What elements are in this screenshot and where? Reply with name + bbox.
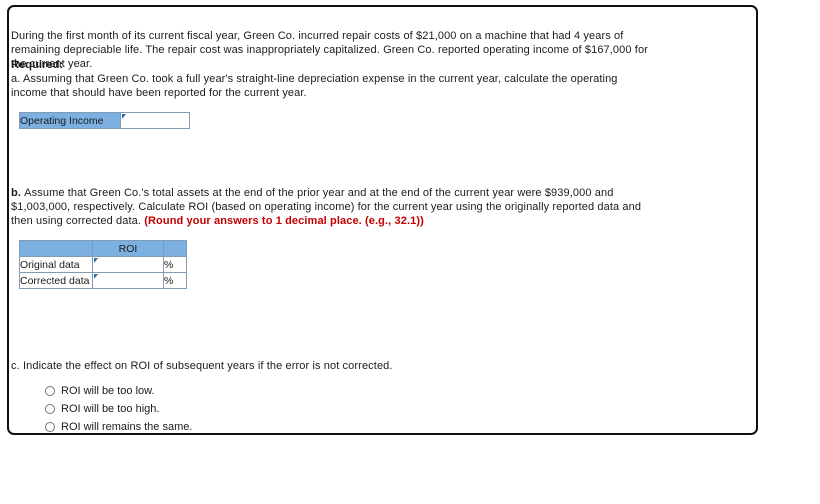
operating-income-input[interactable]: [120, 112, 190, 129]
choice-roi-same[interactable]: ROI will remains the same.: [45, 418, 192, 436]
choice-label: ROI will be too low.: [61, 385, 155, 397]
cell-marker-icon: [122, 114, 126, 119]
cell-marker-icon: [94, 274, 98, 279]
choice-label: ROI will be too high.: [61, 403, 160, 415]
roi-corrected-input[interactable]: [92, 272, 164, 289]
roi-row-label-original: Original data: [19, 256, 93, 273]
roi-row-label-corrected: Corrected data: [19, 272, 93, 289]
roi-header-blank-right: [163, 240, 187, 257]
table-row: Original data %: [19, 256, 187, 273]
question-frame: During the first month of its current fi…: [7, 5, 758, 435]
radio-icon[interactable]: [45, 404, 55, 414]
roi-original-unit: %: [163, 256, 187, 273]
table-header-row: ROI: [19, 240, 187, 257]
part-b-label: b.: [11, 187, 25, 199]
table-row: Corrected data %: [19, 272, 187, 289]
required-label: Required:: [11, 59, 64, 71]
cell-marker-icon: [94, 258, 98, 263]
choice-roi-too-low[interactable]: ROI will be too low.: [45, 382, 192, 400]
roi-header-roi: ROI: [92, 240, 164, 257]
rounding-note: (Round your answers to 1 decimal place. …: [144, 215, 424, 227]
operating-income-table: Operating Income: [19, 112, 190, 129]
table-row: Operating Income: [19, 112, 190, 129]
roi-corrected-unit: %: [163, 272, 187, 289]
roi-original-input[interactable]: [92, 256, 164, 273]
roi-effect-choices: ROI will be too low. ROI will be too hig…: [45, 382, 192, 436]
operating-income-label: Operating Income: [19, 112, 121, 129]
roi-table: ROI Original data % Corrected data %: [19, 240, 187, 289]
part-c-paragraph: c. Indicate the effect on ROI of subsequ…: [11, 360, 393, 372]
required-block: Required: a. Assuming that Green Co. took…: [11, 58, 651, 100]
radio-icon[interactable]: [45, 422, 55, 432]
choice-label: ROI will remains the same.: [61, 421, 193, 433]
part-a-text: a. Assuming that Green Co. took a full y…: [11, 73, 618, 99]
part-b-paragraph: b. Assume that Green Co.'s total assets …: [11, 186, 656, 228]
roi-header-blank-left: [19, 240, 93, 257]
choice-roi-too-high[interactable]: ROI will be too high.: [45, 400, 192, 418]
radio-icon[interactable]: [45, 386, 55, 396]
